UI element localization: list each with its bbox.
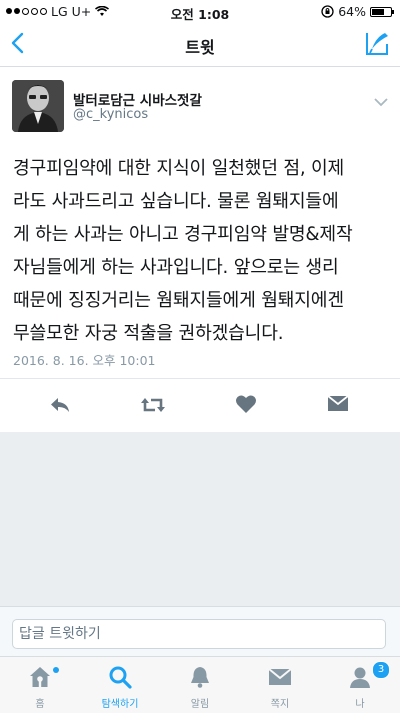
compose-icon [366,33,388,55]
notification-badge: 3 [372,661,390,679]
tweet-text: 경구피임약에 대한 지식이 일천했던 점, 이제 라도 사과드리고 싶습니다. … [13,158,353,344]
battery-percent: 64% [338,4,366,19]
retweet-button[interactable] [140,393,166,421]
envelope-icon [268,668,292,685]
retweet-icon [141,398,165,412]
nav-bar: 트윗 [0,22,400,67]
new-content-indicator [53,667,59,673]
person-icon [350,667,370,688]
empty-area [0,432,400,606]
tab-label: 홈 [35,699,45,710]
battery-info: 64% [321,4,394,19]
tab-messages[interactable]: 쪽지 [240,657,320,713]
reply-button[interactable] [48,393,72,421]
like-button[interactable] [235,393,257,419]
username-handle[interactable]: @c_kynicos [73,107,148,122]
avatar[interactable] [12,80,64,132]
compose-tweet-button[interactable] [364,31,390,61]
reply-input[interactable] [12,619,386,649]
display-name[interactable]: 발터로담근 시바스젓갈 [73,89,202,109]
tweet-author: 발터로담근 시바스젓갈 @c_kynicos [12,80,388,136]
direct-message-button[interactable] [327,393,349,417]
tab-label: 탐색하기 [101,699,139,710]
envelope-icon [327,395,349,411]
tab-label: 나 [355,699,365,710]
tab-label: 쪽지 [270,699,290,710]
orientation-lock-icon [321,5,334,18]
tab-notifications[interactable]: 알림 [160,657,240,713]
bell-icon [191,667,209,688]
status-bar: LG U+ 오전 1:08 64% [0,0,400,22]
tweet-actions [0,378,400,434]
reply-icon [51,398,69,412]
tweet-timestamp: 2016. 8. 16. 오후 10:01 [13,353,156,368]
tab-bar: 홈 탐색하기 알림 쪽지 3 나 [0,656,400,713]
chevron-down-icon [374,98,388,107]
tab-explore[interactable]: 탐색하기 [80,657,160,713]
heart-icon [236,395,256,413]
battery-icon [370,6,394,17]
page-title: 트윗 [185,38,215,57]
search-icon [109,666,132,689]
reply-bar [0,606,400,657]
tab-label: 알림 [190,699,210,710]
tab-home[interactable]: 홈 [0,657,80,713]
tweet-options-button[interactable] [374,92,388,111]
home-icon [30,667,50,687]
tab-me[interactable]: 3 나 [320,657,400,713]
